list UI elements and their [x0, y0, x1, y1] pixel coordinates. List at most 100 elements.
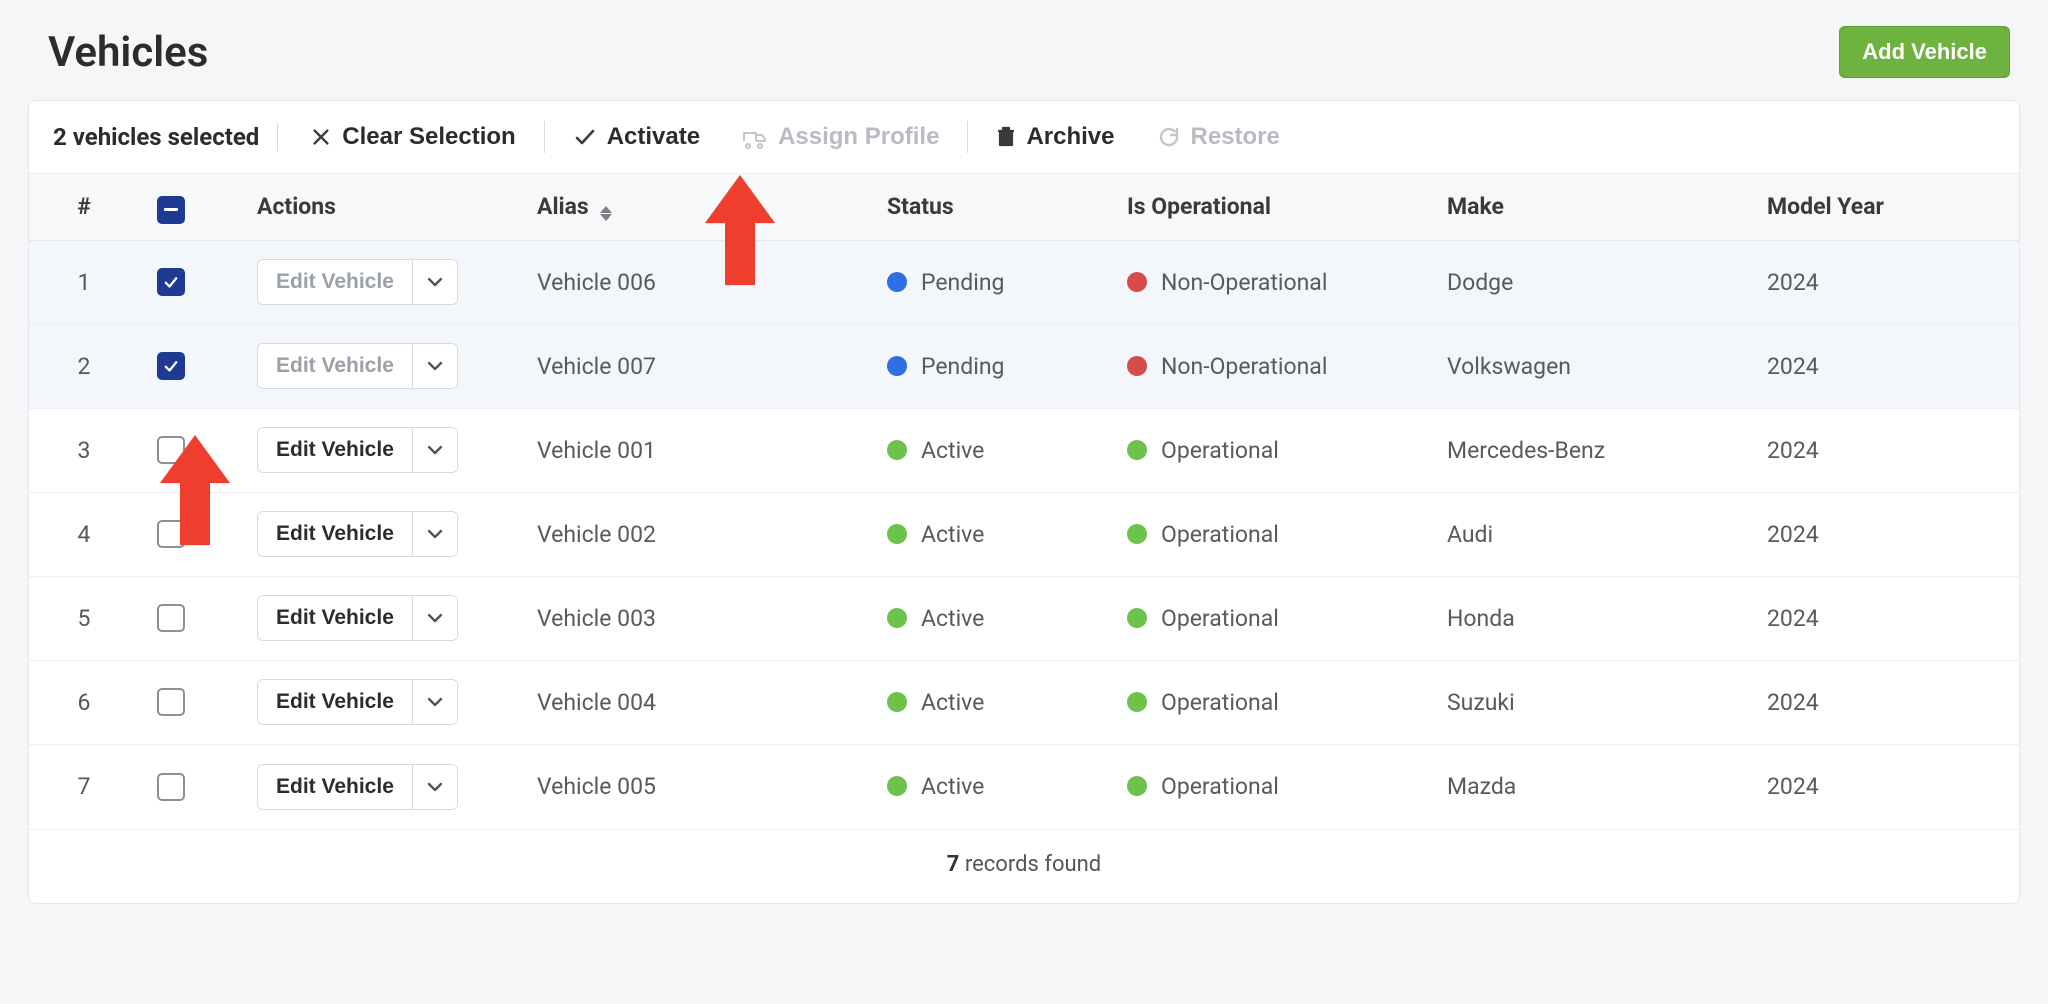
edit-vehicle-dropdown[interactable]: [413, 428, 457, 472]
add-vehicle-button[interactable]: Add Vehicle: [1839, 26, 2010, 78]
edit-vehicle-button[interactable]: Edit Vehicle: [258, 512, 413, 556]
row-status: Active: [869, 503, 1109, 566]
restore-button[interactable]: Restore: [1141, 119, 1296, 155]
table-row: 4Edit VehicleVehicle 002ActiveOperationa…: [29, 493, 2019, 577]
chevron-down-icon: [427, 781, 443, 793]
edit-vehicle-dropdown[interactable]: [413, 260, 457, 304]
row-alias: Vehicle 007: [519, 335, 869, 398]
edit-vehicle-button[interactable]: Edit Vehicle: [258, 765, 413, 809]
row-status: Active: [869, 755, 1109, 818]
status-dot-icon: [887, 692, 907, 712]
operational-label: Operational: [1161, 689, 1279, 716]
row-actions: Edit Vehicle: [239, 661, 519, 743]
row-select-cell: [139, 586, 239, 650]
status-label: Active: [921, 521, 984, 548]
row-select-cell: [139, 670, 239, 734]
status-dot-icon: [887, 524, 907, 544]
activate-button[interactable]: Activate: [557, 119, 716, 155]
edit-vehicle-dropdown[interactable]: [413, 512, 457, 556]
col-alias[interactable]: Alias: [519, 193, 869, 221]
row-model-year: 2024: [1749, 251, 2019, 314]
col-index[interactable]: #: [29, 193, 139, 220]
edit-vehicle-dropdown[interactable]: [413, 596, 457, 640]
row-checkbox[interactable]: [157, 773, 185, 801]
operational-label: Operational: [1161, 773, 1279, 800]
clear-selection-button[interactable]: Clear Selection: [294, 119, 531, 155]
row-actions: Edit Vehicle: [239, 409, 519, 491]
table-footer: 7 records found: [29, 829, 2019, 903]
status-label: Active: [921, 437, 984, 464]
edit-vehicle-dropdown[interactable]: [413, 765, 457, 809]
edit-vehicle-button[interactable]: Edit Vehicle: [258, 260, 413, 304]
status-dot-icon: [1127, 776, 1147, 796]
row-status: Active: [869, 671, 1109, 734]
restore-icon: [1157, 125, 1181, 149]
chevron-down-icon: [427, 444, 443, 456]
edit-vehicle-button[interactable]: Edit Vehicle: [258, 344, 413, 388]
chevron-down-icon: [427, 612, 443, 624]
row-model-year: 2024: [1749, 671, 2019, 734]
row-checkbox[interactable]: [157, 352, 185, 380]
edit-vehicle-dropdown[interactable]: [413, 680, 457, 724]
row-checkbox[interactable]: [157, 688, 185, 716]
row-actions: Edit Vehicle: [239, 746, 519, 828]
select-all-checkbox[interactable]: [157, 196, 185, 224]
col-actions: Actions: [239, 193, 519, 220]
truck-gear-icon: [742, 125, 768, 149]
row-actions: Edit Vehicle: [239, 493, 519, 575]
table-row: 1Edit VehicleVehicle 006PendingNon-Opera…: [29, 241, 2019, 325]
chevron-down-icon: [427, 528, 443, 540]
row-actions: Edit Vehicle: [239, 241, 519, 323]
check-icon: [573, 125, 597, 149]
archive-button[interactable]: Archive: [980, 119, 1130, 155]
col-make[interactable]: Make: [1429, 193, 1749, 220]
row-operational: Non-Operational: [1109, 335, 1429, 398]
edit-vehicle-dropdown[interactable]: [413, 344, 457, 388]
row-select-cell: [139, 502, 239, 566]
row-alias: Vehicle 003: [519, 587, 869, 650]
table-row: 5 Edit Vehicle Vehicle 003 Active Operationa…: [29, 577, 2019, 661]
row-checkbox[interactable]: [157, 604, 185, 632]
table-body: 1Edit VehicleVehicle 006PendingNon-Opera…: [29, 241, 2019, 829]
status-label: Active: [921, 773, 984, 800]
row-index: 2: [29, 335, 139, 398]
table-header: # Actions Alias Status Is Operational Ma…: [29, 174, 2019, 241]
status-label: Pending: [921, 353, 1004, 380]
close-icon: [310, 126, 332, 148]
assign-profile-button[interactable]: Assign Profile: [726, 119, 955, 155]
row-model-year: 2024: [1749, 335, 2019, 398]
col-operational[interactable]: Is Operational: [1109, 193, 1429, 220]
row-index: 5: [29, 587, 139, 650]
archive-label: Archive: [1026, 123, 1114, 151]
row-select-cell: [139, 418, 239, 482]
edit-vehicle-button[interactable]: Edit Vehicle: [258, 596, 413, 640]
status-label: Active: [921, 605, 984, 632]
bulk-toolbar: 2 vehicles selected Clear Selection Acti…: [29, 101, 2019, 174]
row-checkbox[interactable]: [157, 268, 185, 296]
row-actions: Edit Vehicle: [239, 325, 519, 407]
operational-label: Non-Operational: [1161, 269, 1327, 296]
row-checkbox[interactable]: [157, 520, 185, 548]
table-row: 2 Edit Vehicle Vehicle 007 Pending Non-Opera…: [29, 325, 2019, 409]
status-dot-icon: [1127, 524, 1147, 544]
row-index: 3: [29, 419, 139, 482]
chevron-down-icon: [427, 276, 443, 288]
row-model-year: 2024: [1749, 503, 2019, 566]
row-operational: Non-Operational: [1109, 251, 1429, 314]
row-operational: Operational: [1109, 587, 1429, 650]
row-index: 7: [29, 755, 139, 818]
status-dot-icon: [1127, 608, 1147, 628]
row-status: Active: [869, 587, 1109, 650]
row-model-year: 2024: [1749, 419, 2019, 482]
col-model-year[interactable]: Model Year: [1749, 193, 2019, 220]
row-operational: Operational: [1109, 503, 1429, 566]
row-checkbox[interactable]: [157, 436, 185, 464]
vehicles-panel: 2 vehicles selected Clear Selection Acti…: [28, 100, 2020, 904]
row-model-year: 2024: [1749, 587, 2019, 650]
col-status[interactable]: Status: [869, 193, 1109, 220]
col-select-all[interactable]: [139, 190, 239, 224]
edit-vehicle-button[interactable]: Edit Vehicle: [258, 428, 413, 472]
edit-vehicle-button[interactable]: Edit Vehicle: [258, 680, 413, 724]
row-status: Pending: [869, 335, 1109, 398]
row-operational: Operational: [1109, 671, 1429, 734]
